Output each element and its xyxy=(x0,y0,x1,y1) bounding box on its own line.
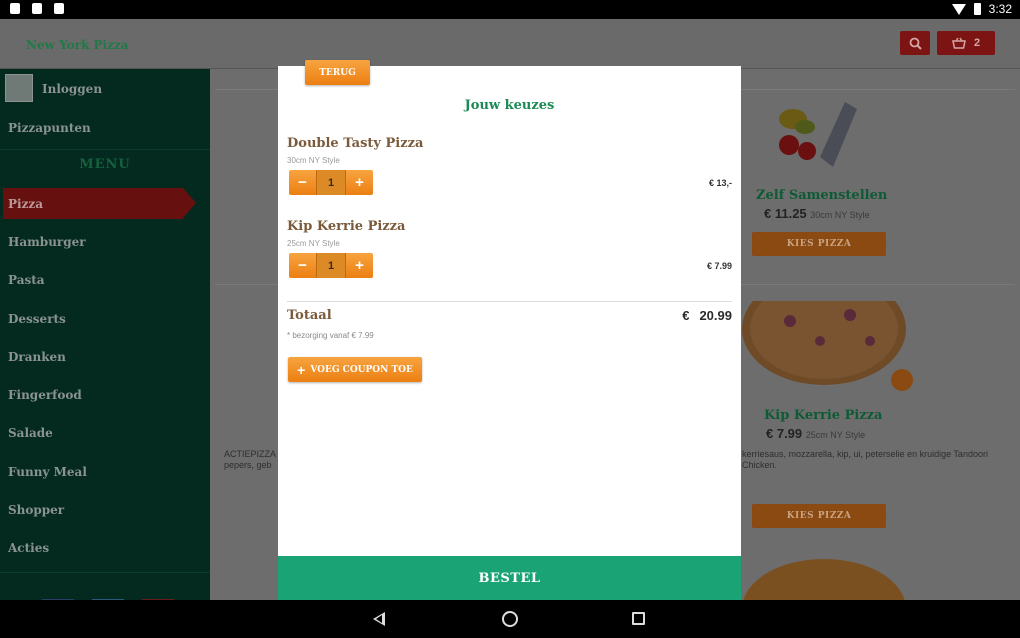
order-item-size: 30cm NY Style xyxy=(287,156,340,165)
back-button[interactable]: TERUG xyxy=(305,60,370,85)
cart-count: 2 xyxy=(973,37,981,49)
search-button[interactable] xyxy=(900,31,930,55)
sidebar-item-salade[interactable]: Salade xyxy=(8,426,53,440)
notification-n-icon xyxy=(32,3,42,14)
order-item-price: € 7.99 xyxy=(706,261,732,271)
sidebar-item-acties[interactable]: Acties xyxy=(8,541,49,555)
card-price: € 11.25 30cm NY Style xyxy=(764,206,870,221)
card-title: Zelf Samenstellen xyxy=(756,188,888,203)
sidebar-item-fingerfood[interactable]: Fingerfood xyxy=(8,388,82,402)
app-screen: 3:32 New York Pizza 2 Inloggen Pizzapunt… xyxy=(0,0,1020,638)
decrease-quantity-button[interactable]: − xyxy=(289,253,316,278)
basket-icon xyxy=(952,37,966,49)
card-price: € 7.99 25cm NY Style xyxy=(766,426,866,441)
status-bar: 3:32 xyxy=(0,0,1020,19)
back-nav-icon[interactable] xyxy=(373,612,385,626)
add-coupon-button[interactable]: + VOEG COUPON TOE xyxy=(288,357,422,382)
quantity-stepper: − 1 + xyxy=(289,170,373,195)
total-value: €20.99 xyxy=(682,308,732,323)
kies-pizza-button[interactable]: KIES PIZZA xyxy=(752,504,886,528)
increase-quantity-button[interactable]: + xyxy=(346,170,373,195)
plus-icon: + xyxy=(297,361,306,378)
order-button[interactable]: BESTEL xyxy=(278,556,741,600)
order-summary-dialog: TERUG Jouw keuzes Double Tasty Pizza 30c… xyxy=(278,60,741,600)
sidebar-item-pasta[interactable]: Pasta xyxy=(8,273,45,287)
navigation-bar xyxy=(0,600,1020,638)
card-description: kerriesaus, mozzarella, kip, ui, peterse… xyxy=(742,449,988,470)
login-row[interactable]: Inloggen xyxy=(0,69,210,109)
kip-kerrie-pizza-image xyxy=(742,301,906,385)
menu-heading: MENU xyxy=(79,157,131,172)
order-item-name: Kip Kerrie Pizza xyxy=(287,219,406,234)
card-title: Kip Kerrie Pizza xyxy=(764,408,883,423)
quantity-stepper: − 1 + xyxy=(289,253,373,278)
status-time: 3:32 xyxy=(988,2,1012,16)
sidebar-item-hamburger[interactable]: Hamburger xyxy=(8,235,86,249)
app-header: New York Pizza 2 xyxy=(0,19,1020,69)
dialog-title: Jouw keuzes xyxy=(464,98,555,113)
order-item-size: 25cm NY Style xyxy=(287,239,340,248)
battery-icon xyxy=(973,3,981,15)
cart-button[interactable]: 2 xyxy=(937,31,995,55)
pizza-image xyxy=(743,559,905,600)
sidebar-item-funny-meal[interactable]: Funny Meal xyxy=(8,465,87,479)
increase-quantity-button[interactable]: + xyxy=(346,253,373,278)
quantity-value: 1 xyxy=(316,170,346,195)
search-icon xyxy=(909,37,922,50)
home-nav-icon[interactable] xyxy=(502,611,518,627)
sidebar: Inloggen Pizzapunten MENU Pizza Hamburge… xyxy=(0,69,210,605)
pizzapunten-link[interactable]: Pizzapunten xyxy=(8,121,91,135)
sidebar-divider xyxy=(0,149,210,150)
sidebar-item-pizza[interactable]: Pizza xyxy=(8,197,43,211)
avatar xyxy=(5,74,33,102)
delivery-note: * bezorging vanaf € 7.99 xyxy=(287,331,374,340)
wifi-icon xyxy=(951,3,966,15)
kies-pizza-button[interactable]: KIES PIZZA xyxy=(752,232,886,256)
total-label: Totaal xyxy=(287,308,332,323)
sidebar-item-dranken[interactable]: Dranken xyxy=(8,350,66,364)
zelf-samenstellen-image xyxy=(779,102,857,167)
sidebar-footer xyxy=(0,572,210,605)
order-item-price: € 13,- xyxy=(708,178,732,188)
order-item-name: Double Tasty Pizza xyxy=(287,136,424,151)
notification-icon xyxy=(10,3,20,14)
sidebar-item-shopper[interactable]: Shopper xyxy=(8,503,64,517)
recents-nav-icon[interactable] xyxy=(632,612,645,625)
sidebar-item-desserts[interactable]: Desserts xyxy=(8,312,66,326)
decrease-quantity-button[interactable]: − xyxy=(289,170,316,195)
notification-media-icon xyxy=(54,3,64,14)
divider xyxy=(287,301,732,302)
quantity-value: 1 xyxy=(316,253,346,278)
login-label: Inloggen xyxy=(42,82,103,96)
app-title: New York Pizza xyxy=(26,38,129,52)
card-description: ACTIEPIZZA pepers, geb xyxy=(224,449,277,470)
zoom-icon[interactable] xyxy=(891,369,913,391)
